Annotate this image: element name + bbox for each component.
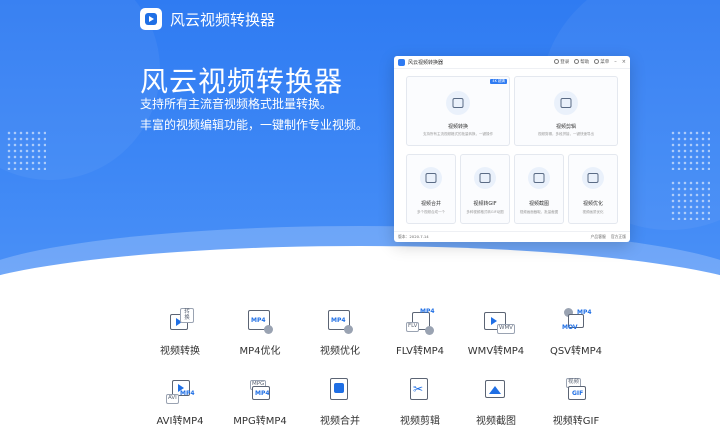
card-label: 视频合并: [420, 201, 441, 207]
help-icon: [574, 59, 580, 64]
card-desc: 视频画质优化: [582, 210, 604, 214]
window-logo-icon: [398, 58, 405, 66]
wmv-mp4-icon: WMV: [482, 308, 515, 336]
merge-icon: [420, 167, 442, 189]
card-desc: 视频画面截取，批量截图: [519, 210, 559, 214]
gif-icon: [474, 167, 496, 189]
version-text: 版本：2020.7.14: [398, 234, 429, 239]
card-label: 视频转换: [447, 124, 468, 130]
app-logo-icon: [140, 8, 162, 30]
card-video-gif[interactable]: 视频转GIF 多种视频格式转GIF动图: [460, 154, 510, 224]
tool-video-merge[interactable]: 视频合并: [300, 378, 380, 432]
menu-icon: [594, 59, 600, 64]
brand[interactable]: 风云视频转换器: [140, 8, 275, 30]
screenshot-icon: [482, 378, 510, 406]
minimize-icon[interactable]: –: [614, 59, 617, 65]
hero-banner: 风云视频转换器 风云视频转换器 支持所有主流音视频格式批量转换。 丰富的视频编辑…: [0, 0, 720, 276]
tool-video-optimize[interactable]: MP4 视频优化: [300, 308, 380, 364]
official-badge: 官方正版: [610, 234, 626, 239]
window-statusbar: 版本：2020.7.14 产品客服 官方正版: [394, 231, 630, 242]
tool-video-gif[interactable]: 视频 GIF 视频转GIF: [536, 378, 616, 432]
window-controls: 登录 帮助 菜单 – ×: [554, 59, 626, 65]
convert-icon: [446, 91, 470, 115]
flv-mp4-icon: MP4 FLV: [406, 308, 435, 336]
user-icon: [554, 59, 560, 64]
tool-label: MP4优化: [239, 346, 281, 357]
tool-wmv-mp4[interactable]: WMV WMV转MP4: [456, 308, 536, 364]
app-window-preview: 风云视频转换器 登录 帮助 菜单 – × 4K 超清 视频转换 支持所有主流视频…: [394, 56, 630, 242]
mpg-mp4-icon: MPG MP4: [246, 378, 274, 406]
card-desc: 视频剪辑，多段拼接，一键快速导出: [538, 132, 594, 136]
card-video-edit[interactable]: 视频剪辑 视频剪辑，多段拼接，一键快速导出: [514, 76, 618, 146]
help-button[interactable]: 帮助: [574, 59, 589, 65]
dot-pattern: [670, 130, 710, 170]
tool-label: 视频转GIF: [552, 416, 600, 427]
cut-icon: ✂: [406, 378, 434, 406]
tool-label: 视频转换: [160, 346, 200, 357]
customer-service-link[interactable]: 产品客服: [591, 234, 606, 240]
card-video-merge[interactable]: 视频合并 多个视频合成一个: [406, 154, 456, 224]
tool-label: QSV转MP4: [549, 346, 603, 357]
menu-button[interactable]: 菜单: [594, 59, 609, 65]
tool-label: 视频剪辑: [400, 416, 440, 427]
tool-label: MPG转MP4: [233, 416, 287, 427]
tool-label: 视频合并: [320, 416, 360, 427]
avi-mp4-icon: AVI MP4: [166, 378, 195, 406]
hero-tagline-1: 支持所有主流音视频格式批量转换。: [140, 97, 333, 111]
brand-name: 风云视频转换器: [170, 10, 276, 29]
card-label: 视频转GIF: [473, 201, 497, 207]
card-video-optimize[interactable]: 视频优化 视频画质优化: [568, 154, 618, 224]
qsv-mp4-icon: MP4 MOV: [562, 308, 592, 331]
dot-pattern: [6, 130, 46, 170]
tool-video-cut[interactable]: ✂ 视频剪辑: [380, 378, 460, 432]
close-icon[interactable]: ×: [622, 59, 626, 65]
tool-video-convert[interactable]: 转换 视频转换: [140, 308, 220, 364]
tool-flv-mp4[interactable]: MP4 FLV FLV转MP4: [380, 308, 460, 364]
card-video-screenshot[interactable]: 视频截图 视频画面截取，批量截图: [514, 154, 564, 224]
card-label: 视频剪辑: [555, 124, 576, 130]
tool-qsv-mp4[interactable]: MP4 MOV QSV转MP4: [536, 308, 616, 364]
mp4-optimize-icon: MP4: [246, 308, 274, 336]
card-video-convert[interactable]: 4K 超清 视频转换 支持所有主流视频格式的批量转换，一键操作: [406, 76, 510, 146]
merge-icon: [326, 378, 354, 406]
crop-icon: [554, 91, 578, 115]
window-titlebar: 风云视频转换器 登录 帮助 菜单 – ×: [394, 56, 630, 69]
tool-mpg-mp4[interactable]: MPG MP4 MPG转MP4: [220, 378, 300, 432]
video-optimize-icon: MP4: [326, 308, 354, 336]
tool-video-screenshot[interactable]: 视频截图: [456, 378, 536, 432]
hero-tagline-2: 丰富的视频编辑功能，一键制作专业视频。: [140, 118, 369, 132]
tool-label: 视频优化: [320, 346, 360, 357]
dot-pattern: [670, 180, 710, 220]
hero-title: 风云视频转换器: [140, 65, 344, 98]
card-desc: 多个视频合成一个: [417, 210, 445, 214]
tool-label: WMV转MP4: [467, 346, 525, 357]
card-desc: 支持所有主流视频格式的批量转换，一键操作: [423, 132, 493, 136]
badge-4k: 4K 超清: [490, 79, 507, 84]
convert-icon: 转换: [166, 308, 194, 336]
card-label: 视频截图: [528, 201, 549, 207]
tool-avi-mp4[interactable]: AVI MP4 AVI转MP4: [140, 378, 220, 432]
tool-mp4-optimize[interactable]: MP4 MP4优化: [220, 308, 300, 364]
login-button[interactable]: 登录: [554, 59, 569, 65]
window-title: 风云视频转换器: [408, 59, 444, 66]
sliders-icon: [582, 167, 604, 189]
tool-label: AVI转MP4: [156, 416, 204, 427]
card-label: 视频优化: [582, 201, 603, 207]
tool-label: 视频截图: [476, 416, 516, 427]
card-desc: 多种视频格式转GIF动图: [466, 210, 504, 214]
gif-icon: 视频 GIF: [562, 378, 590, 406]
tool-label: FLV转MP4: [395, 346, 445, 357]
screenshot-icon: [528, 167, 550, 189]
